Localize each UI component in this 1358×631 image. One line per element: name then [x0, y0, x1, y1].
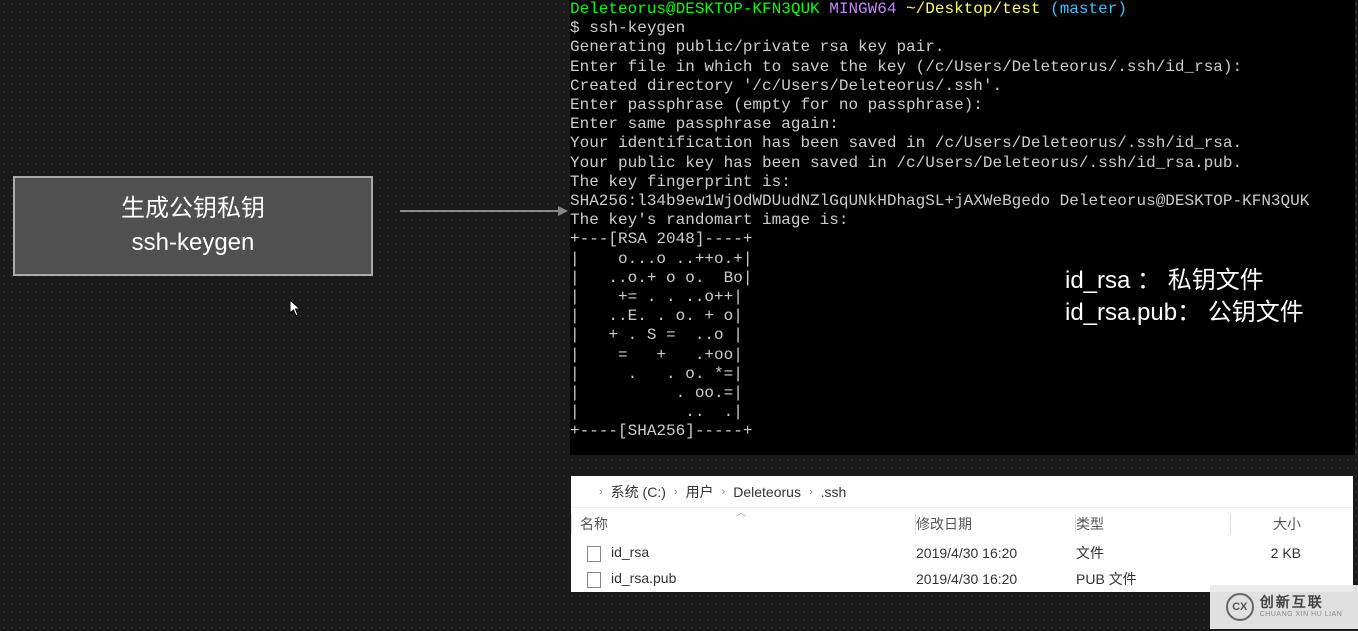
file-size: 2 KB [1231, 545, 1331, 561]
terminal-line: Enter passphrase (empty for no passphras… [570, 96, 983, 114]
terminal-command: $ ssh-keygen [570, 19, 685, 37]
explorer-header-row: ︿ 名称 修改日期 类型 大小 [571, 508, 1353, 540]
file-type: 文件 [1076, 543, 1231, 563]
terminal-line: | = + .+oo| [570, 346, 743, 364]
terminal-line: +----[SHA256]-----+ [570, 422, 752, 440]
mouse-cursor-icon [289, 299, 303, 317]
terminal-line: | . . o. *=| [570, 365, 743, 383]
column-header-type[interactable]: 类型 [1076, 514, 1231, 534]
file-type: PUB 文件 [1076, 569, 1231, 589]
terminal-line: Your identification has been saved in /c… [570, 134, 1242, 152]
file-date: 2019/4/30 16:20 [916, 545, 1076, 561]
terminal-line: Enter file in which to save the key (/c/… [570, 58, 1242, 76]
file-name: id_rsa [611, 544, 649, 560]
terminal-line: | += . . ..o++| [570, 288, 743, 306]
breadcrumb-item[interactable]: 用户 [686, 482, 714, 502]
terminal-shell: MINGW64 [829, 0, 896, 18]
label-line2: ssh-keygen [132, 226, 255, 260]
file-date: 2019/4/30 16:20 [916, 571, 1076, 587]
terminal-line: +---[RSA 2048]----+ [570, 230, 752, 248]
terminal-line: Generating public/private rsa key pair. [570, 38, 944, 56]
key-file-annotation: id_rsa ： 私钥文件 id_rsa.pub： 公钥文件 [1065, 265, 1304, 330]
terminal-window[interactable]: Deleteorus@DESKTOP-KFN3QUK MINGW64 ~/Des… [570, 0, 1355, 455]
terminal-path: ~/Desktop/test [906, 0, 1040, 18]
chevron-right-icon: › [809, 486, 813, 498]
terminal-line: Enter same passphrase again: [570, 115, 839, 133]
terminal-line: | o...o ..++o.+| [570, 250, 752, 268]
file-icon [587, 546, 601, 562]
terminal-user: Deleteorus@DESKTOP-KFN3QUK [570, 0, 820, 18]
file-name: id_rsa.pub [611, 570, 676, 586]
label-line1: 生成公钥私钥 [121, 192, 265, 226]
logo-mark-icon: CX [1226, 593, 1254, 621]
terminal-line: SHA256:l34b9ew1WjOdWDUudNZlGqUNkHDhagSL+… [570, 192, 1309, 210]
chevron-right-icon: › [722, 486, 726, 498]
arrow-icon [400, 210, 560, 212]
terminal-line: Your public key has been saved in /c/Use… [570, 154, 1242, 172]
chevron-right-icon: › [674, 486, 678, 498]
annotation-line2: id_rsa.pub： 公钥文件 [1065, 297, 1304, 329]
logo-text: 创新互联 CHUANG XIN HU LIAN [1260, 595, 1343, 618]
terminal-line: The key's randomart image is: [570, 211, 848, 229]
terminal-line: | + . S = ..o | [570, 326, 743, 344]
terminal-line: | .. .| [570, 403, 743, 421]
logo-en: CHUANG XIN HU LIAN [1260, 611, 1343, 619]
breadcrumb-item[interactable]: .ssh [821, 484, 847, 500]
keygen-label-box: 生成公钥私钥 ssh-keygen [13, 176, 373, 276]
terminal-line: | ..o.+ o o. Bo| [570, 269, 752, 287]
logo-cn: 创新互联 [1260, 595, 1343, 610]
breadcrumb[interactable]: › 系统 (C:) › 用户 › Deleteorus › .ssh [571, 476, 1353, 508]
annotation-line1: id_rsa ： 私钥文件 [1065, 265, 1304, 297]
terminal-line: Created directory '/c/Users/Deleteorus/.… [570, 77, 1002, 95]
terminal-line: | . oo.=| [570, 384, 743, 402]
terminal-line: The key fingerprint is: [570, 173, 791, 191]
terminal-line: | ..E. . o. + o| [570, 307, 743, 325]
file-explorer: › 系统 (C:) › 用户 › Deleteorus › .ssh ︿ 名称 … [571, 476, 1353, 592]
column-header-date[interactable]: 修改日期 [916, 514, 1076, 534]
breadcrumb-item[interactable]: Deleteorus [733, 484, 801, 500]
chevron-right-icon: › [599, 486, 603, 498]
sort-caret-icon[interactable]: ︿ [736, 504, 746, 519]
file-row[interactable]: id_rsa 2019/4/30 16:20 文件 2 KB [571, 540, 1353, 566]
column-header-size[interactable]: 大小 [1231, 514, 1331, 534]
breadcrumb-item[interactable]: 系统 (C:) [611, 482, 666, 502]
terminal-branch: (master) [1050, 0, 1127, 18]
watermark-logo: CX 创新互联 CHUANG XIN HU LIAN [1210, 585, 1358, 629]
file-icon [587, 572, 601, 588]
